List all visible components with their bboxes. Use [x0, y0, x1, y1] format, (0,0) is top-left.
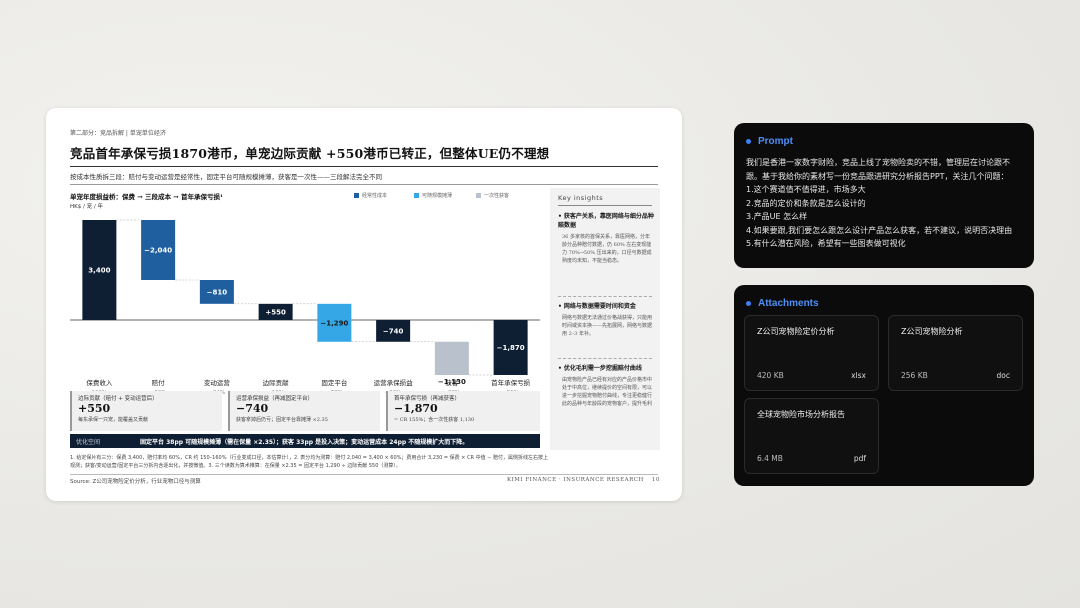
- summary-margin: 边际贡献（赔付 + 变动运营后） +550 每东承保一只宠，能覆盖又贡献: [70, 391, 222, 431]
- chart-heading: 单宠年度损益桥：保费 → 三段成本 → 首年承保亏损¹: [70, 193, 223, 201]
- file-name: 全球宠物险市场分析报告: [757, 410, 845, 419]
- key-insights-heading: Key insights: [558, 194, 604, 202]
- summary-label: 首年承保亏损（再减获客）: [394, 396, 461, 402]
- summary-note: 每东承保一只宠，能覆盖又贡献: [78, 417, 149, 423]
- bar-value-label: +550: [265, 308, 286, 316]
- attachments-panel: Attachments Z公司宠物险定价分析 420 KB xlsx Z公司宠物…: [734, 285, 1034, 486]
- brand-name: KIMI FINANCE · INSURANCE RESEARCH: [507, 477, 644, 483]
- bar-value-label: −1,290: [320, 319, 348, 327]
- prompt-header: Prompt: [746, 136, 793, 147]
- prompt-line: 1.这个赛道值不值得进，市场多大: [746, 185, 866, 194]
- attachments-header: Attachments: [746, 298, 819, 309]
- slide-kicker: 第二部分：竞品拆解 | 单宠单位经济: [70, 130, 166, 137]
- file-type: doc: [996, 371, 1010, 380]
- insight-item: • 网络与数据需要时间和资金 网络与数据无法通过价格战获得，只能用时间或资本换—…: [558, 302, 654, 338]
- prompt-line: 4.如果要跟,我们要怎么跟怎么设计产品怎么获客，若不建议，说明否决理由: [746, 225, 1013, 235]
- insight-item: • 优化毛利需一步挖掘赔付曲线 由宠物险产品已经有对应的产品价格市中处于中高位，…: [558, 364, 654, 408]
- category-label: 运营承保损益: [374, 378, 414, 387]
- file-size: 6.4 MB: [757, 454, 783, 463]
- optimize-banner: 优化空间 固定平台 38pp 可随规模摊薄（需在保量 ×2.35）；获客 33p…: [70, 434, 540, 448]
- summary-label: 运营承保损益（再减固定平台）: [236, 396, 314, 402]
- waterfall-bar: [434, 341, 469, 375]
- prompt-title: Prompt: [758, 136, 793, 147]
- footnotes: 1. 给定保片有三分：保费 3,400，赔付率均 60%，CR 约 150–16…: [70, 454, 660, 470]
- attachment-file[interactable]: Z公司宠物险定价分析 420 KB xlsx: [744, 315, 879, 391]
- category-label: 边际贡献: [263, 378, 290, 387]
- summary-note: 获客拿掉后仍亏；固定平台靠摊薄 ×2.35: [236, 417, 328, 423]
- bar-value-label: −1,870: [497, 344, 525, 352]
- brand-footer: KIMI FINANCE · INSURANCE RESEARCH 10: [507, 477, 660, 483]
- insight-item: • 获客产关系，靠医网络与细分品种赔数据 36 多家核的首保关系，靠医网络，分年…: [558, 212, 654, 265]
- attachments-title: Attachments: [758, 298, 819, 309]
- optimize-label: 优化空间: [76, 438, 101, 446]
- legend-item-onetime: 一次性获客: [476, 192, 509, 199]
- bar-value-label: −810: [207, 288, 228, 296]
- bar-value-label: −740: [383, 327, 404, 335]
- bar-value-label: −2,040: [144, 247, 172, 255]
- file-type: xlsx: [851, 371, 866, 380]
- title-rule: [70, 166, 658, 167]
- legend-item-scalable: 可随规模摊薄: [414, 192, 452, 199]
- category-label: 保费收入: [86, 378, 113, 387]
- prompt-line: 5.有什么潜在风险，希望有一些图表做可视化: [746, 239, 906, 248]
- footer-rule: [70, 474, 658, 475]
- slide-preview[interactable]: 第二部分：竞品拆解 | 单宠单位经济 竞品首年承保亏损1870港币，单宠边际贡献…: [46, 108, 682, 501]
- category-label: 赔付: [152, 378, 166, 387]
- file-type: pdf: [853, 454, 866, 463]
- slide-subtitle: 按成本性质拆三段：赔付与变动运营是经常性，固定平台可随规模摊薄，获客是一次性——…: [70, 173, 382, 181]
- attachment-file[interactable]: Z公司宠物险分析 256 KB doc: [888, 315, 1023, 391]
- summary-value: −1,870: [394, 402, 438, 415]
- optimize-text: 固定平台 38pp 可随规模摊薄（需在保量 ×2.35）；获客 33pp 是投入…: [140, 438, 469, 446]
- insight-separator: [558, 296, 652, 297]
- legend-label: 经常性成本: [362, 193, 388, 199]
- page-number: 10: [652, 477, 660, 483]
- footnote-line: 观测；获客/变动运营/固定平台三分拆内含逐出化，并按微值。3. 三个读数为算术推…: [70, 463, 401, 469]
- summary-note: = CR 155%；含一次性获客 1,130: [394, 417, 475, 423]
- file-name: Z公司宠物险分析: [901, 327, 963, 336]
- category-label: 变动运营: [204, 378, 231, 387]
- file-size: 256 KB: [901, 371, 928, 380]
- subtitle-rule: [70, 184, 658, 185]
- waterfall-chart: 3,400保费收入100%−2,040赔付−60%−810变动运营−24%+55…: [70, 219, 540, 396]
- attachment-file[interactable]: 全球宠物险市场分析报告 6.4 MB pdf: [744, 398, 879, 474]
- legend-label: 一次性获客: [484, 193, 510, 199]
- insight-desc: 36 多家核的首保关系，靠医网络，分年龄分品种赔付数据，仍 60% 左右变现能力…: [562, 234, 652, 264]
- legend-label: 可随规模摊薄: [422, 193, 453, 199]
- key-insights-rule: [558, 205, 652, 206]
- slide-title: 竞品首年承保亏损1870港币，单宠边际贡献 +550港币已转正，但整体UE仍不理…: [70, 146, 550, 161]
- summary-value: +550: [78, 402, 111, 415]
- insight-title: • 优化毛利需一步挖掘赔付曲线: [558, 365, 642, 372]
- legend-swatch: [354, 193, 359, 198]
- bar-value-label: 3,400: [88, 267, 110, 275]
- category-label: 获客: [445, 378, 459, 387]
- insight-separator: [558, 358, 652, 359]
- summary-operating: 运营承保损益（再减固定平台） −740 获客拿掉后仍亏；固定平台靠摊薄 ×2.3…: [228, 391, 380, 431]
- prompt-line: 我们是香港一家数字财险，竞品上线了宠物险卖的不错，管理层在讨论跟不: [746, 158, 1010, 167]
- insight-desc: 网络与数据无法通过价格战获得，只能用时间或资本换——先拓展网，网络与数据用 2–…: [562, 315, 653, 337]
- chart-unit: HK$ / 宠 / 年: [70, 204, 103, 210]
- attachments-dot-icon: [746, 301, 751, 306]
- prompt-panel: Prompt 我们是香港一家数字财险，竞品上线了宠物险卖的不错，管理层在讨论跟不…: [734, 123, 1034, 268]
- legend-item-recurring: 经常性成本: [354, 192, 387, 199]
- category-label: 首年承保亏损: [491, 378, 531, 387]
- insight-title: • 网络与数据需要时间和资金: [558, 303, 636, 310]
- prompt-body: 我们是香港一家数字财险，竞品上线了宠物险卖的不错，管理层在讨论跟不 跟。基于我给…: [746, 156, 1028, 251]
- insight-title: • 获客产关系，靠医网络与细分品种赔数据: [558, 213, 654, 229]
- prompt-line: 2.竞品的定价和条款是怎么设计的: [746, 198, 866, 208]
- summary-label: 边际贡献（赔付 + 变动运营后）: [78, 396, 158, 402]
- file-size: 420 KB: [757, 371, 784, 380]
- summary-value: −740: [236, 402, 269, 415]
- category-label: 固定平台: [321, 378, 347, 387]
- legend-swatch: [476, 193, 481, 198]
- prompt-dot-icon: [746, 139, 751, 144]
- file-name: Z公司宠物险定价分析: [757, 327, 835, 336]
- source-note: Source: Z公司宠物险定价分析，行业宠物口径与测算: [70, 479, 201, 485]
- prompt-line: 跟。基于我给你的素材写一份竞品跟进研究分析报告PPT，关注几个问题：: [746, 171, 1009, 181]
- footnote-line: 1. 给定保片有三分：保费 3,400，赔付率均 60%，CR 约 150–16…: [70, 455, 548, 461]
- summary-firstyear: 首年承保亏损（再减获客） −1,870 = CR 155%；含一次性获客 1,1…: [386, 391, 540, 431]
- legend-swatch: [414, 193, 419, 198]
- prompt-line: 3.产品UE 怎么样: [746, 212, 808, 221]
- insight-desc: 由宠物险产品已经有对应的产品价格市中处于中高位，继续提价的空间有限，可以进一步挖…: [562, 377, 653, 407]
- key-insights-panel: Key insights • 获客产关系，靠医网络与细分品种赔数据 36 多家核…: [550, 188, 660, 450]
